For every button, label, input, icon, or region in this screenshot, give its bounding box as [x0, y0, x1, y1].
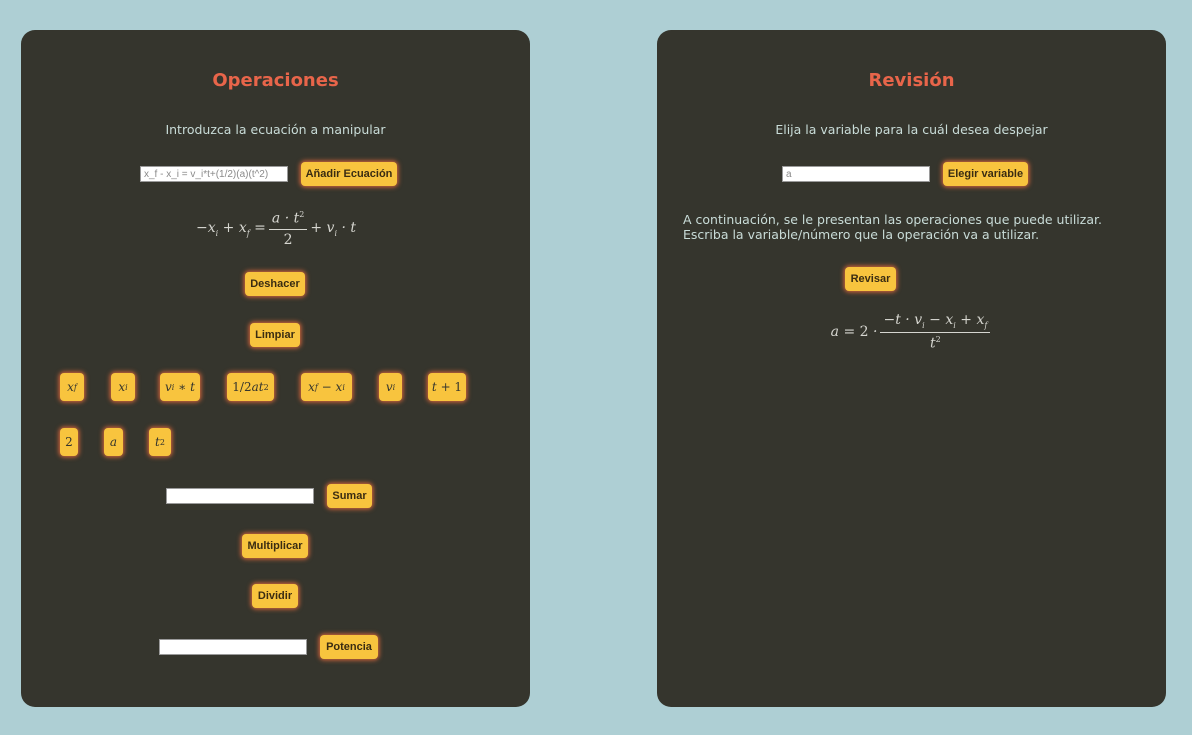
clear-button[interactable]: Limpiar — [250, 323, 300, 347]
token-t-plus-1[interactable]: t + 1 — [428, 373, 466, 401]
review-panel: Revisión Elija la variable para la cuál … — [657, 30, 1166, 707]
sum-button[interactable]: Sumar — [327, 484, 372, 508]
token-v-i-times-t[interactable]: vi ∗ t — [160, 373, 200, 401]
divide-button[interactable]: Dividir — [252, 584, 298, 608]
result-equation: a = 2 · −t · vi − xi + xf t2 — [797, 310, 1027, 354]
sum-input[interactable] — [166, 488, 314, 504]
operations-title: Operaciones — [212, 70, 339, 91]
equation-prompt: Introduzca la ecuación a manipular — [165, 122, 386, 137]
review-button[interactable]: Revisar — [845, 267, 896, 291]
token-t-squared[interactable]: t2 — [149, 428, 171, 456]
power-input[interactable] — [159, 639, 307, 655]
variable-prompt: Elija la variable para la cuál desea des… — [775, 122, 1048, 137]
operations-panel: Operaciones Introduzca la ecuación a man… — [21, 30, 530, 707]
token-2[interactable]: 2 — [60, 428, 78, 456]
multiply-button[interactable]: Multiplicar — [242, 534, 308, 558]
add-equation-button[interactable]: Añadir Ecuación — [301, 162, 397, 186]
review-title: Revisión — [868, 70, 955, 91]
token-v-i[interactable]: vi — [379, 373, 402, 401]
token-a[interactable]: a — [104, 428, 123, 456]
undo-button[interactable]: Deshacer — [245, 272, 305, 296]
equation-input[interactable] — [140, 166, 288, 182]
choose-variable-button[interactable]: Elegir variable — [943, 162, 1028, 186]
variable-input[interactable] — [782, 166, 930, 182]
token-half-a-t-squared[interactable]: 1/2 at 2 — [227, 373, 274, 401]
power-button[interactable]: Potencia — [320, 635, 378, 659]
token-x-i[interactable]: xi — [111, 373, 135, 401]
token-x-f[interactable]: xf — [60, 373, 84, 401]
operations-info-text: A continuación, se le presentan las oper… — [683, 212, 1102, 242]
token-x-f-minus-x-i[interactable]: xf − xi — [301, 373, 352, 401]
current-equation: −xi + xf = a · t2 2 + vi · t — [195, 210, 357, 248]
